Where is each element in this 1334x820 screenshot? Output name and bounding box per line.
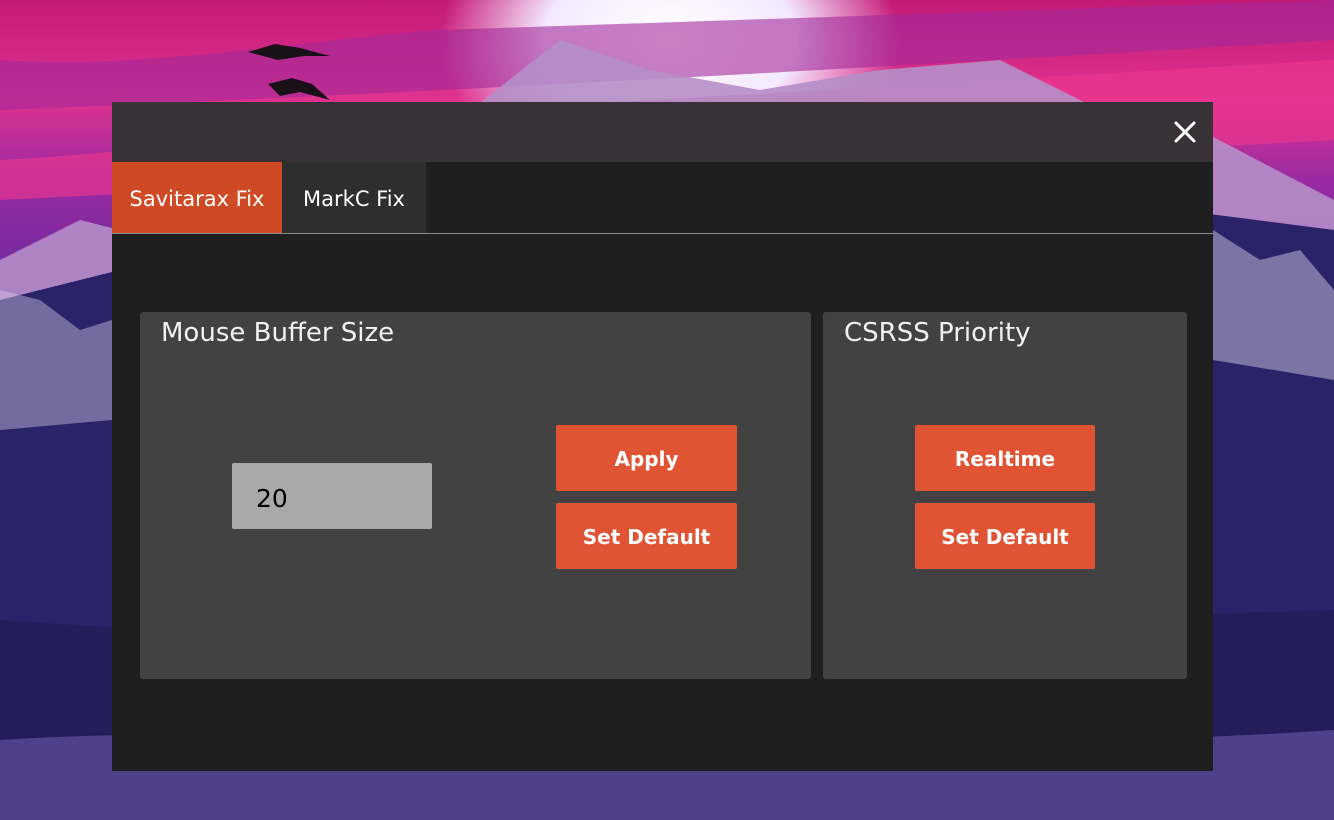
close-button[interactable] [1171,118,1199,146]
app-window: Savitarax Fix MarkC Fix Mouse Buffer Siz… [112,102,1213,771]
tab-bar: Savitarax Fix MarkC Fix [112,162,1213,234]
tab-savitarax-fix[interactable]: Savitarax Fix [112,162,282,233]
csrss-priority-panel: CSRSS Priority Realtime Set Default [823,312,1187,679]
title-bar [112,102,1213,162]
tab-markc-fix[interactable]: MarkC Fix [282,162,426,233]
close-icon [1174,121,1196,143]
mouse-buffer-panel: Mouse Buffer Size 20 Apply Set Default [140,312,811,679]
mouse-buffer-title: Mouse Buffer Size [161,318,395,348]
mouse-buffer-set-default-button[interactable]: Set Default [556,503,737,569]
csrss-priority-title: CSRSS Priority [844,318,1031,348]
realtime-button[interactable]: Realtime [915,425,1095,491]
apply-button[interactable]: Apply [556,425,737,491]
mouse-buffer-size-input[interactable]: 20 [232,463,432,529]
csrss-set-default-button[interactable]: Set Default [915,503,1095,569]
